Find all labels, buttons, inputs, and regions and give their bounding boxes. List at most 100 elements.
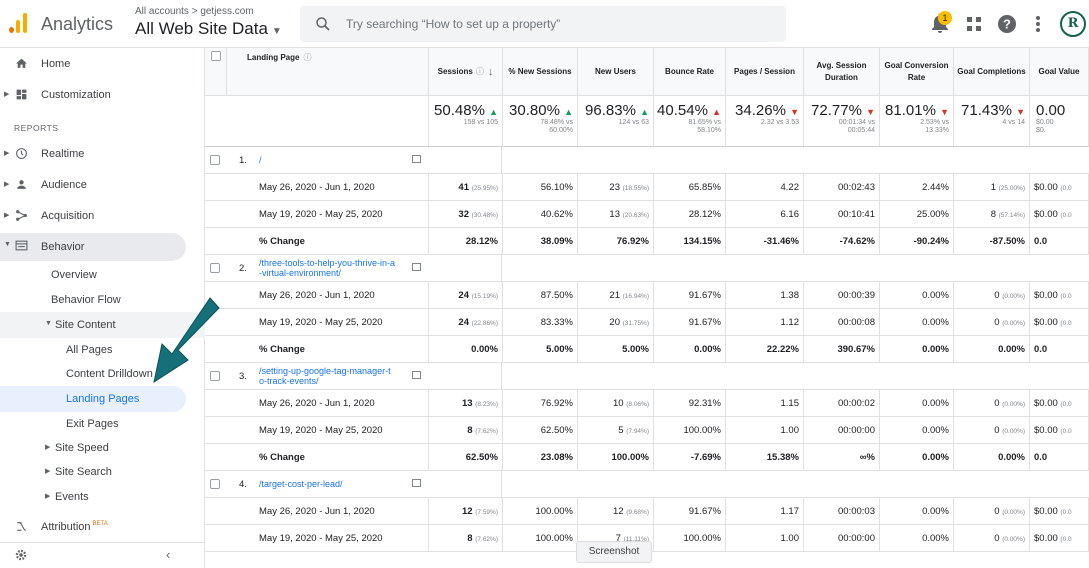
change-row: % Change 0.00% 5.00% 5.00% 0.00% 22.22% 390.67… xyxy=(205,336,1089,363)
header-sessions[interactable]: Sessions ⓘ ↓ xyxy=(429,48,503,96)
cell-value: $0.00 xyxy=(1034,398,1058,409)
account-breadcrumb[interactable]: All accounts > getjess.com xyxy=(135,6,254,17)
cell-value: 2.44% xyxy=(922,182,949,193)
header-checkbox-cell xyxy=(205,48,227,96)
cell-percent: (18.55%) xyxy=(622,185,649,192)
summary-value: 34.26% xyxy=(735,102,786,119)
attribution-label: Attribution xyxy=(41,521,91,533)
cell-sessions: 28.12% xyxy=(429,228,503,255)
sidebar-item-site-search[interactable]: ▶ Site Search xyxy=(0,459,205,485)
cell-value: 8 xyxy=(990,209,996,220)
cell-value: 12 xyxy=(613,506,624,517)
cell-value: 00:00:03 xyxy=(838,506,875,517)
sidebar-item-behavior[interactable]: ▼ Behavior xyxy=(0,233,186,261)
sort-descending-icon[interactable]: ↓ xyxy=(488,66,494,78)
sidebar-item-customization[interactable]: ▶ Customization xyxy=(0,82,205,108)
sidebar-item-home[interactable]: Home xyxy=(0,51,205,77)
cell-value: $0.00 xyxy=(1034,209,1058,220)
header-new-sessions[interactable]: % New Sessions xyxy=(503,48,578,96)
header-new-users[interactable]: New Users xyxy=(578,48,654,96)
cell-new_sessions: 100.00% xyxy=(503,525,578,552)
header-avg-session[interactable]: Avg. Session Duration xyxy=(804,48,880,96)
row-label: May 19, 2020 - May 25, 2020 xyxy=(259,533,383,544)
sidebar-item-exit-pages[interactable]: Exit Pages xyxy=(0,411,205,437)
header-landing-page[interactable]: Landing Page ⓘ xyxy=(227,48,429,96)
cell-value: $0.00 xyxy=(1034,317,1058,328)
cell-percent: (16.94%) xyxy=(622,293,649,300)
chevron-right-icon: ▶ xyxy=(4,212,10,219)
sidebar-item-overview[interactable]: Overview xyxy=(0,262,205,288)
summary-compare: 2.53% vs xyxy=(920,119,949,126)
more-vertical-icon[interactable] xyxy=(1026,12,1050,36)
property-name: All Web Site Data xyxy=(135,19,268,38)
cell-value: 1.00 xyxy=(780,425,800,436)
sidebar-item-label: Behavior xyxy=(41,241,85,253)
sidebar-item-label: Home xyxy=(41,58,71,70)
cell-sessions: 12 (7.59%) xyxy=(429,498,503,525)
sidebar-item-events[interactable]: ▶ Events xyxy=(0,484,205,510)
header-goal-conv[interactable]: Goal Conversion Rate xyxy=(880,48,954,96)
property-selector[interactable]: All Web Site Data ▼ xyxy=(135,19,282,39)
chevron-right-icon: ▶ xyxy=(45,493,51,500)
open-page-icon[interactable] xyxy=(412,371,421,379)
row-checkbox[interactable] xyxy=(210,155,220,165)
row-label: % Change xyxy=(259,452,305,463)
sidebar-item-realtime[interactable]: ▶ Realtime xyxy=(0,141,205,167)
header-goal-value[interactable]: Goal Value xyxy=(1030,48,1089,96)
landing-page-link[interactable]: /target-cost-per-lead/ xyxy=(259,479,411,489)
page-row[interactable]: 3. /setting-up-google-tag-manager-t o-trac… xyxy=(205,363,1089,390)
gear-icon[interactable] xyxy=(14,548,28,562)
summary-value: 40.54% xyxy=(657,102,708,119)
landing-page-link[interactable]: / xyxy=(259,155,411,165)
landing-page-link[interactable]: /three-tools-to-help-you-thrive-in-a -vir… xyxy=(259,258,411,278)
cell-bounce: 91.67% xyxy=(654,282,726,309)
behavior-icon xyxy=(15,240,28,251)
collapse-sidebar-icon[interactable]: ‹ xyxy=(166,547,170,562)
cell-conv: 0.00% xyxy=(880,336,954,363)
cell-value: 00:00:08 xyxy=(838,317,875,328)
search-bar[interactable]: Try searching “How to set up a property” xyxy=(300,6,786,42)
date-cell: May 19, 2020 - May 25, 2020 xyxy=(205,201,429,228)
analytics-logo xyxy=(9,13,27,33)
row-checkbox[interactable] xyxy=(210,479,220,489)
header-bounce-rate[interactable]: Bounce Rate xyxy=(654,48,726,96)
cell-bounce: 134.15% xyxy=(654,228,726,255)
arrow-down-icon: ▼ xyxy=(790,107,799,117)
sidebar-item-acquisition[interactable]: ▶ Acquisition xyxy=(0,203,205,229)
sidebar-item-landing-pages[interactable]: Landing Pages xyxy=(0,386,186,412)
select-all-checkbox[interactable] xyxy=(211,51,221,61)
header-pages-session[interactable]: Pages / Session xyxy=(726,48,804,96)
chevron-right-icon: ▶ xyxy=(45,468,51,475)
landing-page-link[interactable]: /setting-up-google-tag-manager-t o-track-… xyxy=(259,366,411,386)
home-icon xyxy=(16,58,27,68)
open-page-icon[interactable] xyxy=(412,263,421,271)
cell-value: 1.38 xyxy=(780,290,800,301)
sidebar-item-site-speed[interactable]: ▶ Site Speed xyxy=(0,435,205,461)
cell-value: 100.00% xyxy=(535,506,573,517)
sidebar-item-label: Site Speed xyxy=(55,442,109,454)
page-row[interactable]: 1. / xyxy=(205,147,1089,174)
cell-comp: 1 (25.00%) xyxy=(954,174,1030,201)
sidebar-item-audience[interactable]: ▶ Audience xyxy=(0,172,205,198)
row-label: May 26, 2020 - Jun 1, 2020 xyxy=(259,398,375,409)
sidebar-item-attribution[interactable]: Attribution BETA xyxy=(0,514,205,540)
open-page-icon[interactable] xyxy=(412,479,421,487)
avatar[interactable]: R xyxy=(1060,11,1086,37)
cell-value: 65.85% xyxy=(688,182,721,193)
date-cell: May 26, 2020 - Jun 1, 2020 xyxy=(205,390,429,417)
open-page-icon[interactable] xyxy=(412,155,421,163)
cell-value: 0.0 xyxy=(1030,228,1089,255)
cell-bounce: 65.85% xyxy=(654,174,726,201)
page-row[interactable]: 4. /target-cost-per-lead/ xyxy=(205,471,1089,498)
cell-new_sessions: 40.62% xyxy=(503,201,578,228)
cell-value: 1.12 xyxy=(780,317,800,328)
cell-comp: 0 (0.00%) xyxy=(954,498,1030,525)
chevron-down-icon: ▼ xyxy=(45,320,52,327)
page-row[interactable]: 2. /three-tools-to-help-you-thrive-in-a -v… xyxy=(205,255,1089,282)
chevron-right-icon: ▶ xyxy=(4,91,10,98)
cell-bounce: 91.67% xyxy=(654,309,726,336)
help-icon[interactable]: ? xyxy=(995,12,1019,36)
row-checkbox[interactable] xyxy=(210,263,220,273)
header-goal-comp[interactable]: Goal Completions xyxy=(954,48,1030,96)
apps-grid-icon[interactable] xyxy=(962,12,986,36)
